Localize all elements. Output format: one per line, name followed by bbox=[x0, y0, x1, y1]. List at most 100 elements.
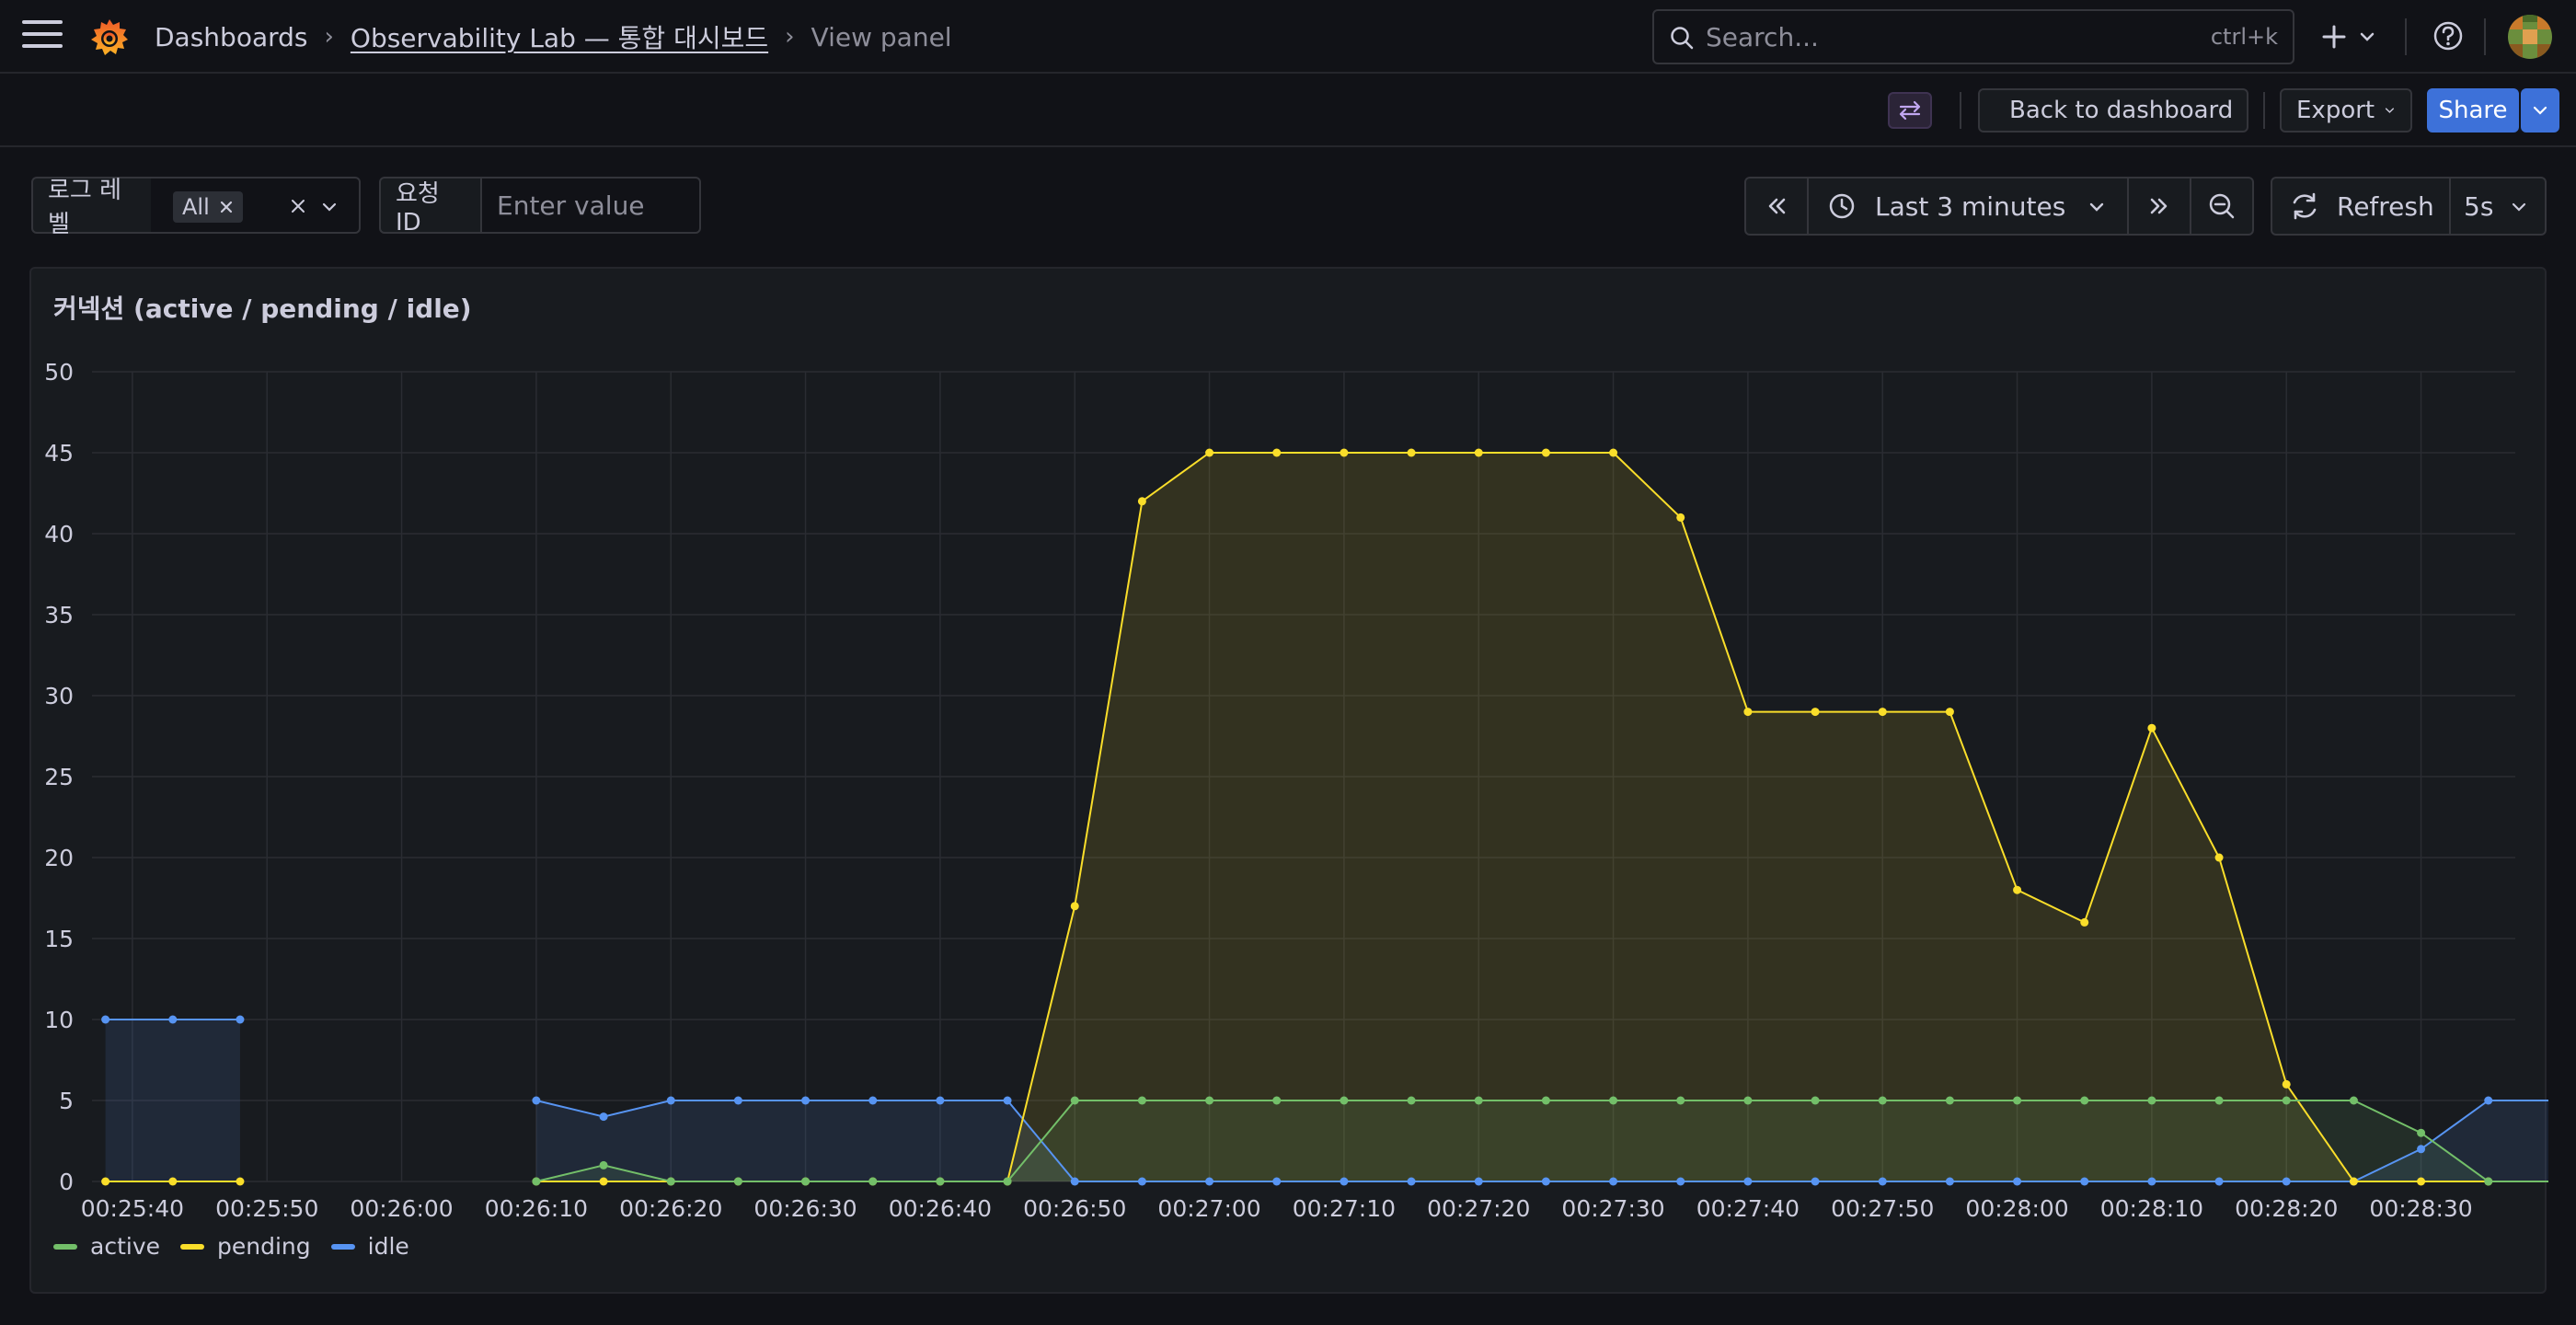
clear-icon[interactable] bbox=[289, 197, 307, 215]
time-range-label: Last 3 minutes bbox=[1875, 190, 2066, 222]
data-point-active bbox=[2013, 1096, 2022, 1105]
data-point-active bbox=[1272, 1096, 1282, 1105]
avatar[interactable] bbox=[2508, 15, 2552, 59]
data-point-pending bbox=[2147, 723, 2156, 732]
top-navbar: Dashboards › Observability Lab — 통합 대시보드… bbox=[0, 0, 2576, 74]
data-point-idle bbox=[936, 1096, 945, 1105]
data-point-idle bbox=[1743, 1177, 1753, 1186]
data-point-idle bbox=[1003, 1096, 1012, 1105]
breadcrumb-dashboards[interactable]: Dashboards bbox=[155, 22, 308, 52]
chevron-right-icon: › bbox=[324, 23, 334, 51]
legend-swatch bbox=[180, 1243, 204, 1250]
chevron-down-icon bbox=[2089, 202, 2104, 212]
data-point-idle bbox=[1070, 1177, 1079, 1186]
x-tick-label: 00:26:10 bbox=[485, 1195, 588, 1222]
data-point-pending bbox=[1137, 497, 1146, 506]
divider bbox=[2263, 92, 2265, 129]
close-icon[interactable] bbox=[219, 200, 234, 214]
data-point-pending bbox=[2080, 917, 2089, 927]
dashboard-toolbar: Back to dashboard Export Share bbox=[0, 75, 2576, 147]
data-point-active bbox=[1811, 1096, 1820, 1105]
refresh-interval-value: 5s bbox=[2464, 190, 2494, 222]
y-tick-label: 10 bbox=[44, 1007, 74, 1033]
divider bbox=[1960, 92, 1961, 129]
share-dropdown-button[interactable] bbox=[2521, 88, 2559, 132]
data-point-idle bbox=[2013, 1177, 2022, 1186]
menu-icon[interactable] bbox=[22, 20, 63, 53]
search-input[interactable]: Search... ctrl+k bbox=[1652, 9, 2294, 64]
refresh-interval-select[interactable]: 5s bbox=[2449, 177, 2547, 236]
data-point-pending bbox=[1541, 448, 1550, 457]
timeseries-chart[interactable]: 0 5 10 15 20 25 30 35 40 45 50 00:25:40 00:25:50 00:2… bbox=[31, 269, 2548, 1226]
data-point-pending bbox=[1811, 708, 1820, 717]
panel: 커넥션 (active / pending / idle) 0 5 10 15 20 25… bbox=[29, 267, 2548, 1294]
data-point-idle bbox=[1609, 1177, 1618, 1186]
request-id-label: 요청 ID bbox=[379, 177, 482, 236]
breadcrumb-dashboard-link[interactable]: Observability Lab — 통합 대시보드 bbox=[351, 18, 768, 55]
series-area-pending bbox=[535, 453, 2548, 1181]
log-level-select[interactable]: All bbox=[151, 177, 361, 234]
y-tick-label: 25 bbox=[44, 764, 74, 790]
clock-icon bbox=[1829, 193, 1855, 219]
share-label: Share bbox=[2438, 97, 2508, 124]
data-point-pending bbox=[1945, 708, 1954, 717]
x-tick-label: 00:27:20 bbox=[1427, 1195, 1530, 1222]
data-point-pending bbox=[101, 1177, 110, 1186]
toggle-view-button[interactable] bbox=[1888, 92, 1932, 129]
chevron-down-icon bbox=[2533, 106, 2547, 115]
data-point-idle bbox=[1474, 1177, 1483, 1186]
x-tick-label: 00:26:00 bbox=[350, 1195, 453, 1222]
data-point-active bbox=[1340, 1096, 1349, 1105]
breadcrumb-current: View panel bbox=[811, 21, 952, 52]
request-id-input[interactable]: Enter value bbox=[480, 177, 701, 234]
chevron-double-left-icon bbox=[1768, 198, 1786, 214]
swap-icon bbox=[1899, 100, 1921, 121]
new-button[interactable] bbox=[2320, 18, 2385, 55]
y-tick-label: 20 bbox=[44, 845, 74, 871]
refresh-icon bbox=[2293, 192, 2317, 220]
data-point-active bbox=[1609, 1096, 1618, 1105]
share-button[interactable]: Share bbox=[2427, 88, 2519, 132]
legend-item-pending[interactable]: pending bbox=[180, 1233, 311, 1260]
time-shift-forward-button[interactable] bbox=[2127, 177, 2191, 236]
zoom-out-button[interactable] bbox=[2190, 177, 2254, 236]
data-point-pending bbox=[2349, 1177, 2358, 1186]
x-tick-label: 00:27:10 bbox=[1293, 1195, 1396, 1222]
data-point-pending bbox=[236, 1177, 245, 1186]
y-tick-label: 30 bbox=[44, 683, 74, 709]
back-to-dashboard-button[interactable]: Back to dashboard bbox=[1978, 88, 2248, 132]
data-point-idle bbox=[1878, 1177, 1887, 1186]
search-placeholder: Search... bbox=[1706, 21, 1819, 52]
data-point-idle bbox=[1945, 1177, 1954, 1186]
data-point-pending bbox=[1878, 708, 1887, 717]
data-point-idle bbox=[1137, 1177, 1146, 1186]
legend-item-active[interactable]: active bbox=[53, 1233, 160, 1260]
data-point-pending bbox=[1676, 513, 1685, 522]
data-point-pending bbox=[1743, 708, 1753, 717]
data-point-pending bbox=[1407, 448, 1416, 457]
legend-item-idle[interactable]: idle bbox=[330, 1233, 409, 1260]
y-tick-label: 0 bbox=[59, 1169, 74, 1195]
help-icon[interactable] bbox=[2431, 18, 2466, 53]
export-button[interactable]: Export bbox=[2280, 88, 2412, 132]
y-tick-label: 40 bbox=[44, 521, 74, 547]
data-point-idle bbox=[101, 1015, 110, 1024]
time-shift-back-button[interactable] bbox=[1744, 177, 1809, 236]
x-tick-label: 00:27:40 bbox=[1696, 1195, 1800, 1222]
grafana-logo-icon[interactable] bbox=[88, 17, 131, 59]
log-level-label: 로그 레벨 bbox=[31, 177, 153, 238]
legend-label: pending bbox=[217, 1233, 311, 1260]
time-range-picker[interactable]: Last 3 minutes bbox=[1807, 177, 2129, 236]
log-level-chip[interactable]: All bbox=[173, 191, 243, 223]
chevron-right-icon: › bbox=[785, 23, 795, 51]
x-tick-label: 00:28:10 bbox=[2100, 1195, 2203, 1222]
refresh-button[interactable]: Refresh bbox=[2271, 177, 2451, 236]
y-tick-label: 5 bbox=[59, 1088, 74, 1114]
legend-swatch bbox=[53, 1243, 77, 1250]
data-point-idle bbox=[733, 1096, 742, 1105]
data-point-pending bbox=[1474, 448, 1483, 457]
refresh-label: Refresh bbox=[2337, 190, 2434, 222]
x-tick-label: 00:28:30 bbox=[2369, 1195, 2472, 1222]
data-point-idle bbox=[2147, 1177, 2156, 1186]
data-point-idle bbox=[532, 1096, 541, 1105]
